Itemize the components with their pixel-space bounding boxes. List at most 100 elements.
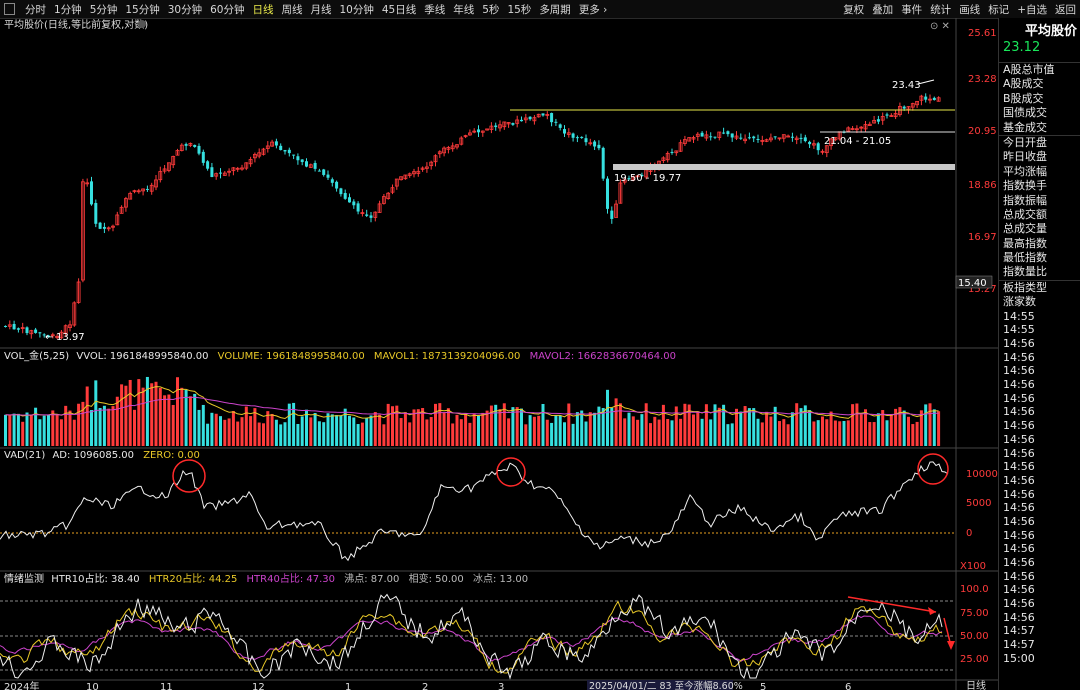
sidebar-field-11[interactable]: 总成交量	[999, 222, 1080, 236]
period-tab-7[interactable]: 周线	[278, 2, 307, 17]
period-tab-14[interactable]: 15秒	[503, 2, 535, 17]
tick-time-4: 14:56	[1003, 364, 1035, 378]
sidebar-field-14[interactable]: 指数量比	[999, 265, 1080, 279]
sidebar-field-12[interactable]: 最高指数	[999, 237, 1080, 251]
period-tab-4[interactable]: 30分钟	[164, 2, 206, 17]
candle-body-down	[790, 136, 794, 138]
price-axis-tick-1: 23.28	[968, 74, 997, 85]
toolbar-action-5[interactable]: 标记	[984, 2, 1013, 17]
sidebar-field-7[interactable]: 平均涨幅	[999, 165, 1080, 179]
period-tab-6[interactable]: 日线	[249, 2, 278, 17]
candle-body-down	[584, 138, 588, 143]
period-tab-10[interactable]: 45日线	[378, 2, 420, 17]
volume-bar	[532, 416, 536, 446]
volume-bar	[90, 410, 93, 446]
period-tab-13[interactable]: 5秒	[478, 2, 503, 17]
volume-bar	[902, 410, 906, 446]
period-tab-8[interactable]: 月线	[307, 2, 336, 17]
volume-bar	[657, 419, 661, 446]
panel-toggle-icon[interactable]	[4, 3, 15, 15]
period-tab-12[interactable]: 年线	[449, 2, 478, 17]
volume-bar	[666, 419, 670, 446]
toolbar-action-6[interactable]: +自选	[1013, 2, 1051, 17]
tick-time-25: 15:00	[1003, 651, 1035, 665]
volume-bar	[747, 408, 751, 446]
volume-bar	[12, 413, 16, 446]
period-tab-5[interactable]: 60分钟	[206, 2, 248, 17]
toolbar-action-4[interactable]: 画线	[955, 2, 984, 17]
volume-bar	[163, 395, 167, 446]
sidebar-field-13[interactable]: 最低指数	[999, 251, 1080, 265]
sidebar-field-16[interactable]: 涨家数	[999, 295, 1080, 309]
volume-bar	[115, 396, 119, 446]
volume-bar	[571, 423, 575, 446]
volume-bar	[102, 405, 106, 446]
volume-bar	[459, 419, 463, 446]
volume-bar	[550, 422, 554, 446]
sidebar-field-9[interactable]: 指数振幅	[999, 194, 1080, 208]
stock-chart-canvas[interactable]: 平均股价(日线,等比前复权,对数) ⊙ ✕ 19.50 - 19.77 21.0…	[0, 18, 998, 690]
tick-time-17: 14:56	[1003, 542, 1035, 556]
period-tab-0[interactable]: 分时	[21, 2, 50, 17]
volume-bar	[485, 410, 489, 446]
tick-time-6: 14:56	[1003, 391, 1035, 405]
pane-close-icons[interactable]: ⊙ ✕	[930, 21, 950, 32]
toolbar-action-2[interactable]: 事件	[897, 2, 926, 17]
sidebar-field-2[interactable]: B股成交	[999, 92, 1080, 106]
sidebar-field-6[interactable]: 昨日收盘	[999, 150, 1080, 164]
sidebar-field-10[interactable]: 总成交额	[999, 208, 1080, 222]
period-tab-1[interactable]: 1分钟	[50, 2, 86, 17]
sidebar-field-4[interactable]: 基金成交	[999, 121, 1080, 135]
toolbar-action-0[interactable]: 复权	[839, 2, 868, 17]
volume-bar	[558, 415, 562, 446]
volume-bar	[317, 421, 321, 446]
toolbar-action-3[interactable]: 统计	[926, 2, 955, 17]
period-tab-3[interactable]: 15分钟	[121, 2, 163, 17]
quote-sidebar: 平均股价 23.12 A股总市值 A股成交 B股成交 国债成交 基金成交 今日开盘 昨日收盘…	[998, 18, 1080, 690]
volume-bar	[339, 415, 343, 446]
volume-bar	[520, 408, 523, 446]
volume-bar	[412, 409, 416, 446]
candle-body-down	[335, 181, 339, 189]
volume-bar	[864, 409, 867, 446]
period-tab-9[interactable]: 10分钟	[336, 2, 378, 17]
candle-body-down	[554, 121, 558, 123]
sidebar-field-1[interactable]: A股成交	[999, 77, 1080, 91]
volume-bar	[382, 424, 386, 446]
candle-body-down	[292, 154, 296, 156]
period-tab-15[interactable]: 多周期	[535, 2, 575, 17]
candle-body-down	[563, 129, 566, 134]
tick-time-11: 14:56	[1003, 460, 1035, 474]
candle-body-down	[313, 162, 317, 169]
sidebar-field-5[interactable]: 今日开盘	[999, 134, 1080, 150]
volume-bar	[141, 387, 145, 446]
tick-time-15: 14:56	[1003, 514, 1035, 528]
sidebar-field-8[interactable]: 指数换手	[999, 179, 1080, 193]
volume-bar	[932, 409, 936, 446]
toolbar-action-7[interactable]: 返回	[1051, 2, 1080, 17]
volume-bar	[8, 415, 12, 446]
tick-time-10: 14:56	[1003, 446, 1035, 460]
volume-bar	[171, 404, 175, 446]
candle-body-down	[558, 124, 562, 128]
volume-bar	[210, 412, 214, 446]
period-tab-11[interactable]: 季线	[420, 2, 449, 17]
candle-body-down	[34, 329, 38, 333]
volume-bar	[94, 380, 98, 446]
period-tab-2[interactable]: 5分钟	[86, 2, 122, 17]
candle-body-down	[102, 226, 106, 229]
period-tab-16[interactable]: 更多 ›	[575, 2, 612, 17]
candle-body-down	[876, 119, 880, 122]
settings-dot-icon[interactable]	[138, 20, 146, 28]
sidebar-field-3[interactable]: 国债成交	[999, 106, 1080, 120]
sidebar-field-list: A股总市值 A股成交 B股成交 国债成交 基金成交 今日开盘 昨日收盘 平均涨幅 指数换手 指数振…	[999, 63, 1080, 310]
toolbar-action-1[interactable]: 叠加	[868, 2, 897, 17]
volume-bar	[451, 423, 455, 446]
volume-bar	[42, 415, 46, 446]
volume-bar	[808, 410, 812, 446]
sidebar-field-15[interactable]: 板指类型	[999, 279, 1080, 295]
mood-axis-tick-2: 50.00	[960, 631, 989, 642]
tick-time-7: 14:56	[1003, 405, 1035, 419]
candle-body-down	[274, 141, 278, 146]
sidebar-field-0[interactable]: A股总市值	[999, 63, 1080, 77]
